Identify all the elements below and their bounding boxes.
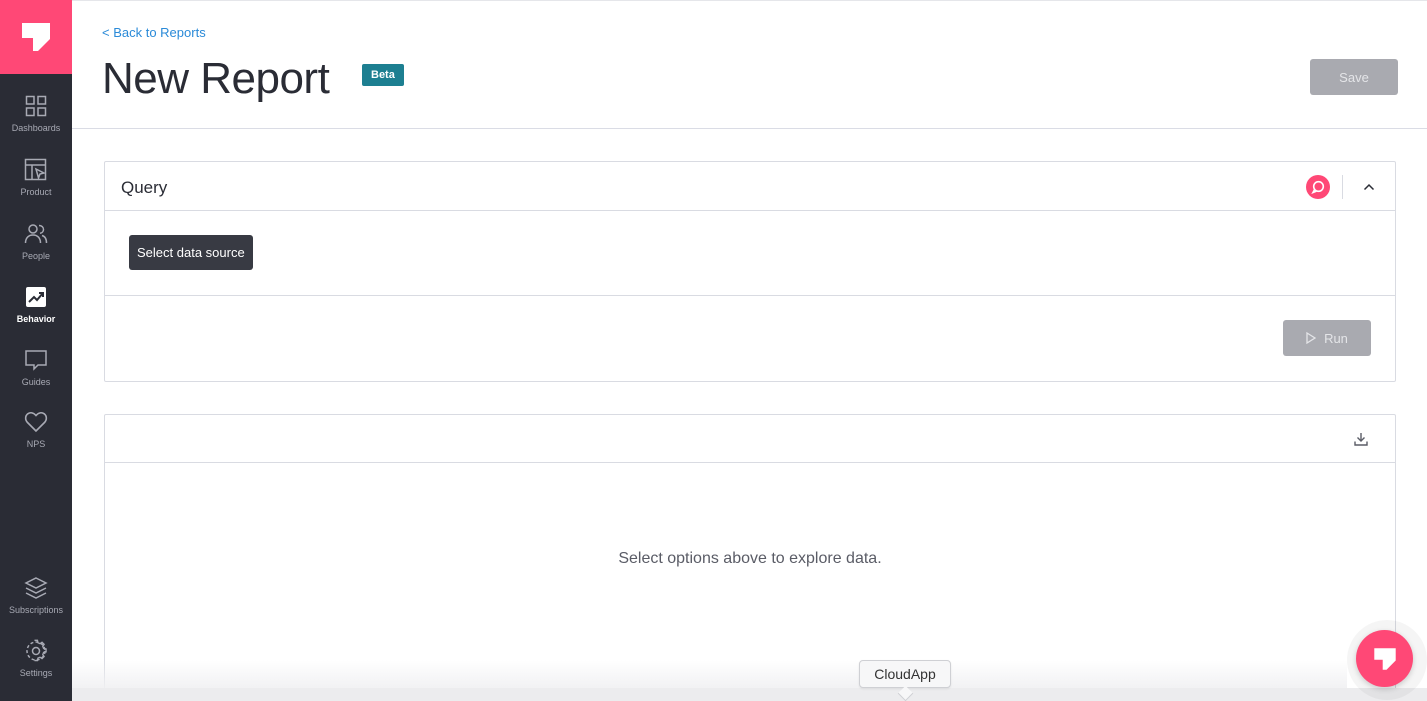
sidebar-item-subscriptions[interactable]: Subscriptions [0, 576, 72, 636]
behavior-trend-icon [24, 285, 48, 309]
empty-state-message: Select options above to explore data. [618, 550, 882, 567]
sidebar-item-label: Behavior [16, 314, 56, 324]
beta-badge: Beta [362, 64, 404, 86]
sidebar-item-people[interactable]: People [0, 222, 72, 282]
download-button[interactable] [1352, 430, 1370, 448]
subscriptions-layers-icon [24, 576, 48, 600]
sidebar-item-dashboards[interactable]: Dashboards [0, 94, 72, 154]
page-header: < Back to Reports New Report Beta Save [72, 0, 1427, 129]
results-panel-header [105, 415, 1395, 463]
query-panel-title: Query [121, 178, 168, 197]
resource-center-button[interactable] [1356, 630, 1413, 687]
dashboards-grid-icon [24, 94, 48, 118]
settings-gear-icon [24, 639, 48, 663]
query-panel-body: Select data source [105, 211, 1395, 296]
download-icon [1354, 433, 1368, 446]
sidebar-item-label: NPS [26, 439, 46, 449]
pendo-logo-icon [1373, 647, 1396, 670]
run-button[interactable]: Run [1283, 320, 1371, 356]
sidebar-item-label: Settings [19, 668, 53, 678]
pendo-logo-icon [22, 23, 50, 51]
sidebar: Dashboards Product People Behavior Guide… [0, 0, 72, 701]
sidebar-item-label: Product [20, 187, 52, 197]
sidebar-item-label: Guides [21, 377, 51, 387]
select-data-source-button[interactable]: Select data source [129, 235, 253, 270]
header-divider [1342, 175, 1343, 199]
back-to-reports-link[interactable]: < Back to Reports [102, 25, 206, 40]
sidebar-item-label: People [21, 251, 51, 261]
sidebar-item-nps[interactable]: NPS [0, 410, 72, 470]
nps-heart-icon [24, 410, 48, 434]
cloudapp-tooltip: CloudApp [859, 660, 951, 688]
sidebar-item-label: Dashboards [11, 123, 61, 133]
sidebar-item-guides[interactable]: Guides [0, 348, 72, 408]
query-panel-footer: Run [105, 296, 1395, 382]
sidebar-item-product[interactable]: Product [0, 158, 72, 218]
chat-bubble-icon [1311, 180, 1325, 194]
page-title: New Report [102, 54, 330, 103]
bottom-bar [72, 688, 1427, 701]
query-panel-header: Query [105, 162, 1395, 211]
sidebar-item-label: Subscriptions [8, 605, 64, 615]
logo[interactable] [0, 0, 72, 74]
collapse-query-button[interactable] [1360, 178, 1378, 196]
results-panel: Select options above to explore data. [104, 414, 1396, 701]
guides-speech-bubble-icon [24, 348, 48, 372]
product-cursor-icon [24, 158, 48, 182]
chevron-up-icon [1363, 183, 1375, 191]
run-button-label: Run [1324, 330, 1348, 346]
feedback-button[interactable] [1306, 175, 1330, 199]
bottom-fade-overlay [72, 660, 1347, 688]
play-icon [1306, 332, 1317, 344]
query-panel: Query Select data source Run [104, 161, 1396, 382]
save-button[interactable]: Save [1310, 59, 1398, 95]
sidebar-item-settings[interactable]: Settings [0, 639, 72, 699]
sidebar-item-behavior[interactable]: Behavior [0, 285, 72, 345]
people-icon [24, 222, 48, 246]
